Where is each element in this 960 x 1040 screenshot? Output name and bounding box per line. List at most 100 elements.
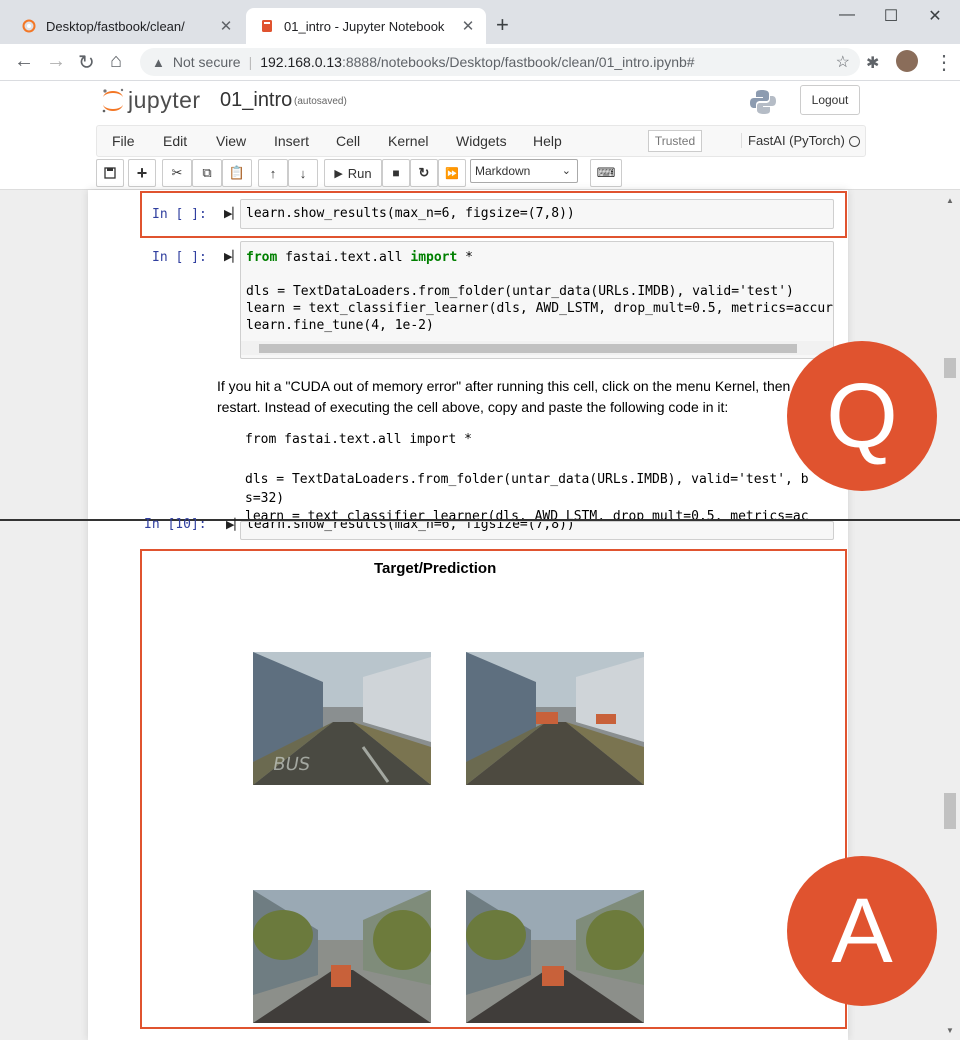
paste-icon[interactable]: 📋: [222, 159, 252, 187]
scroll-down-icon[interactable]: ▼: [946, 1026, 954, 1035]
cell-type-value: Markdown: [475, 164, 531, 178]
warning-icon: ▲: [152, 54, 165, 70]
autosave-status: (autosaved): [294, 96, 347, 107]
extensions-icon[interactable]: ✱: [866, 53, 879, 73]
tab-01-intro[interactable]: 01_intro - Jupyter Notebook ✕: [246, 8, 486, 44]
scrollbar-thumb[interactable]: [259, 344, 797, 353]
target-image: [253, 890, 431, 1023]
interrupt-icon[interactable]: ■: [382, 159, 410, 187]
close-tab-icon[interactable]: ✕: [458, 17, 478, 35]
move-down-icon[interactable]: ↓: [288, 159, 318, 187]
forward-icon[interactable]: →: [46, 50, 66, 73]
answer-code-input[interactable]: learn.show_results(max_n=6, figsize=(7,8…: [240, 521, 834, 540]
code-line: learn.fine_tune(4, 1e-2): [246, 318, 434, 333]
cut-icon[interactable]: ✂: [162, 159, 192, 187]
tab-desktop-fastbook[interactable]: Desktop/fastbook/clean/ ✕: [8, 8, 244, 44]
cell-prompt: In [ ]:: [152, 207, 207, 222]
markdown-line: restart. Instead of executing the cell a…: [217, 399, 729, 415]
jupyter-logo-icon[interactable]: [98, 86, 128, 116]
chevron-down-icon: ⌄: [561, 165, 571, 177]
prediction-image: [466, 890, 644, 1023]
markdown-code-line: dls = TextDataLoaders.from_folder(untar_…: [245, 472, 809, 487]
python-logo-icon: [750, 90, 776, 114]
page-scrollbar-thumb[interactable]: [944, 358, 956, 378]
cell-prompt: In [ ]:: [152, 250, 207, 265]
jupyter-favicon-icon: [22, 19, 36, 33]
menu-kernel[interactable]: Kernel: [388, 133, 428, 149]
run-button[interactable]: ▶ Run: [324, 159, 382, 187]
tab-title: 01_intro - Jupyter Notebook: [284, 18, 445, 34]
notebook-favicon-icon: [262, 20, 272, 32]
window-close-icon[interactable]: ✕: [920, 6, 950, 26]
code-line: learn.show_results(max_n=6, figsize=(7,8…: [246, 206, 575, 221]
markdown-code-cut: learn = text_classifier_learner(dls, AWD…: [245, 507, 809, 519]
cell-prompt: In [10]:: [144, 517, 207, 532]
bookmark-star-icon[interactable]: ☆: [836, 52, 850, 72]
run-label: Run: [347, 165, 372, 181]
markdown-code-line: learn = text_classifier_learner(dls, AWD…: [245, 509, 809, 519]
code-line: learn = text_classifier_learner(dls, AWD…: [246, 301, 834, 316]
menu-help[interactable]: Help: [533, 133, 562, 149]
scroll-up-icon[interactable]: ▲: [946, 196, 954, 205]
code-line: learn.show_results(max_n=6, figsize=(7,8…: [246, 521, 575, 532]
menu-widgets[interactable]: Widgets: [456, 133, 507, 149]
answer-badge: A: [787, 856, 937, 1006]
menu-insert[interactable]: Insert: [274, 133, 309, 149]
code-line: from fastai.text.all import *: [246, 250, 473, 265]
run-cell-icon[interactable]: ▶▏: [224, 250, 241, 263]
insert-cell-icon[interactable]: +: [128, 159, 156, 187]
home-icon[interactable]: ⌂: [110, 50, 122, 73]
profile-avatar[interactable]: [896, 50, 918, 72]
code-cell-input[interactable]: from fastai.text.all import * dls = Text…: [240, 241, 834, 359]
minimize-icon[interactable]: —: [832, 6, 862, 24]
target-image: BUS: [253, 652, 431, 785]
menu-dots-icon[interactable]: ⋮: [934, 50, 954, 75]
address-toolbar: ← → ↻ ⌂ ▲ Not secure | 192.168.0.13:8888…: [0, 44, 960, 81]
reload-icon[interactable]: ↻: [78, 50, 95, 75]
question-badge: Q: [787, 341, 937, 491]
run-icon: ▶: [334, 167, 343, 180]
keyboard-icon[interactable]: ⌨: [590, 159, 622, 187]
url-host: 192.168.0.13: [260, 54, 342, 70]
menu-cell[interactable]: Cell: [336, 133, 360, 149]
question-code-input[interactable]: learn.show_results(max_n=6, figsize=(7,8…: [240, 199, 834, 229]
move-up-icon[interactable]: ↑: [258, 159, 288, 187]
logout-button[interactable]: Logout: [800, 85, 860, 115]
page-scrollbar-thumb[interactable]: [944, 793, 956, 829]
separator: |: [248, 54, 253, 70]
url-input[interactable]: ▲ Not secure | 192.168.0.13:8888/noteboo…: [140, 48, 860, 76]
maximize-icon[interactable]: ☐: [876, 6, 906, 26]
cell-type-select[interactable]: Markdown ⌄: [470, 159, 578, 183]
notebook-name[interactable]: 01_intro: [220, 89, 292, 112]
restart-icon[interactable]: ↻: [410, 159, 438, 187]
save-icon[interactable]: [96, 159, 124, 187]
back-icon[interactable]: ←: [14, 50, 34, 73]
run-cell-icon[interactable]: ▶▏: [224, 207, 241, 220]
menu-file[interactable]: File: [112, 133, 135, 149]
security-label: Not secure: [172, 54, 241, 70]
markdown-line: If you hit a "CUDA out of memory error" …: [217, 378, 791, 394]
close-tab-icon[interactable]: ✕: [216, 17, 236, 35]
jupyter-header: jupyter 01_intro (autosaved) Logout File…: [0, 81, 960, 190]
tab-title: Desktop/fastbook/clean/: [46, 18, 185, 34]
menu-edit[interactable]: Edit: [163, 133, 187, 149]
menu-bar: File Edit View Insert Cell Kernel Widget…: [96, 125, 866, 157]
browser-tab-bar: Desktop/fastbook/clean/ ✕ 01_intro - Jup…: [0, 0, 960, 44]
horizontal-scrollbar[interactable]: [241, 341, 833, 355]
output-figure-title: Target/Prediction: [374, 560, 497, 577]
markdown-text: If you hit a "CUDA out of memory error" …: [217, 376, 807, 418]
menu-view[interactable]: View: [216, 133, 246, 149]
kernel-name[interactable]: FastAI (PyTorch): [741, 133, 845, 148]
trusted-badge[interactable]: Trusted: [648, 130, 702, 152]
jupyter-brand: jupyter: [128, 87, 201, 113]
prediction-image: [466, 652, 644, 785]
markdown-code-line: from fastai.text.all import *: [245, 432, 472, 447]
kernel-idle-icon: [849, 136, 860, 147]
markdown-code-line: s=32): [245, 491, 285, 506]
restart-run-all-icon[interactable]: ⏩: [438, 159, 466, 187]
svg-text:BUS: BUS: [271, 754, 312, 775]
notebook-toolbar: + ✂ ⧉ 📋 ↑ ↓ ▶ Run ■ ↻ ⏩ Markdown ⌄ ⌨: [96, 159, 864, 187]
copy-icon[interactable]: ⧉: [192, 159, 222, 187]
url-path: :8888/notebooks/Desktop/fastbook/clean/0…: [341, 54, 695, 70]
new-tab-button[interactable]: +: [496, 14, 509, 36]
